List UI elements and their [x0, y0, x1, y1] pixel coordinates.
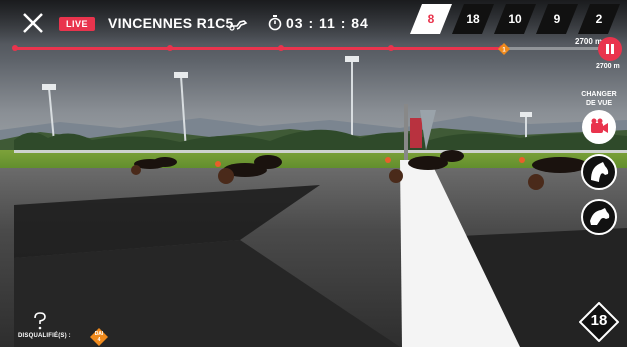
position-chip-label: 10: [508, 12, 522, 26]
change-view-label: CHANGER DE VUE: [581, 91, 617, 107]
pause-icon: [606, 44, 609, 54]
race-timer: 03 : 11 : 84: [286, 15, 369, 31]
progress-tick: [278, 45, 284, 51]
horse-view-button-2[interactable]: [581, 199, 617, 235]
position-chip-4[interactable]: 9: [536, 4, 578, 34]
camera-view-button[interactable]: [581, 109, 617, 145]
position-chip-label: 8: [427, 12, 435, 26]
horse-progress-marker: 1: [498, 43, 510, 55]
race-progress-fill: [14, 47, 504, 50]
progress-tick: [388, 45, 394, 51]
live-badge: LIVE: [59, 17, 96, 31]
position-chip-1[interactable]: 8: [410, 4, 452, 34]
position-chip-label: 2: [595, 12, 603, 26]
disqualified-label: DISQUALIFIÉ(S) :: [18, 333, 71, 339]
scene-details: [14, 56, 627, 347]
position-chip-2[interactable]: 18: [452, 4, 494, 34]
horse-head-icon: [581, 199, 617, 235]
sulky-horse-icon: [229, 20, 248, 31]
horse-head-icon: [581, 154, 617, 190]
race-viewer: LIVE VINCENNES R1C5 03 : 11 : 84 8 18 10…: [0, 0, 627, 347]
position-chip-label: 18: [466, 12, 480, 26]
horse-view-button-1[interactable]: [581, 154, 617, 190]
progress-tick: [167, 45, 173, 51]
position-chip-3[interactable]: 10: [494, 4, 536, 34]
pause-button[interactable]: [598, 37, 622, 61]
stopwatch-icon: [268, 15, 282, 31]
disqualified-horse-badge: DAI 4: [90, 328, 108, 346]
progress-tick: [12, 45, 18, 51]
close-icon: [23, 13, 43, 33]
selected-horse-chip[interactable]: 18: [578, 301, 620, 343]
question-icon[interactable]: [32, 312, 48, 330]
position-chip-5[interactable]: 2: [578, 4, 620, 34]
position-chip-label: 9: [553, 12, 561, 26]
close-button[interactable]: [20, 10, 46, 36]
distance-label-bottom: 2700 m: [596, 63, 620, 70]
selected-horse-number: 18: [590, 312, 608, 329]
camera-icon: [582, 110, 616, 144]
race-name: VINCENNES R1C5: [108, 15, 234, 31]
